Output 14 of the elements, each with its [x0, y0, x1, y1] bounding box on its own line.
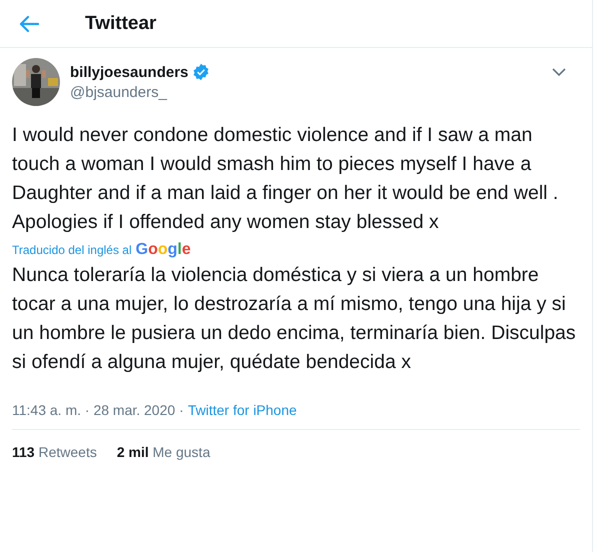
back-arrow-icon[interactable]: [18, 14, 40, 32]
tweet-text: I would never condone domestic violence and if I saw a man touch a woman I would smash him to pieces myself I have a Daughter and if a man laid a finger on her it would be end well . Apologies if I offended any women stay blessed x: [11, 123, 560, 235]
separator-dot: ·: [179, 402, 184, 418]
source-link[interactable]: Twitter for iPhone: [188, 402, 297, 418]
stat-link[interactable]: 113 Retweets: [12, 444, 97, 460]
translated-text: Nunca toleraría la violencia doméstica y si viera a un hombre tocar a una mujer, lo destrozaría a mí mismo, tengo una hija y si un hombre le pusiera un dedo encima, terminaría bien. Disculpas si ofendí a alguna mujer, quédate bendecida x: [11, 263, 577, 375]
user-handle[interactable]: @bjsaunders_: [70, 84, 210, 101]
display-name[interactable]: billyjoesaunders: [70, 64, 188, 80]
timestamp[interactable]: 11:43 a. m. · 28 mar. 2020: [12, 402, 176, 418]
translation-link[interactable]: Traducido del inglés al: [12, 243, 132, 257]
stat-link[interactable]: 2 mil Me gusta: [116, 444, 210, 460]
chevron-down-icon[interactable]: [552, 68, 566, 77]
page-title: Twittear: [85, 12, 156, 34]
google-logo: Google: [136, 241, 191, 259]
